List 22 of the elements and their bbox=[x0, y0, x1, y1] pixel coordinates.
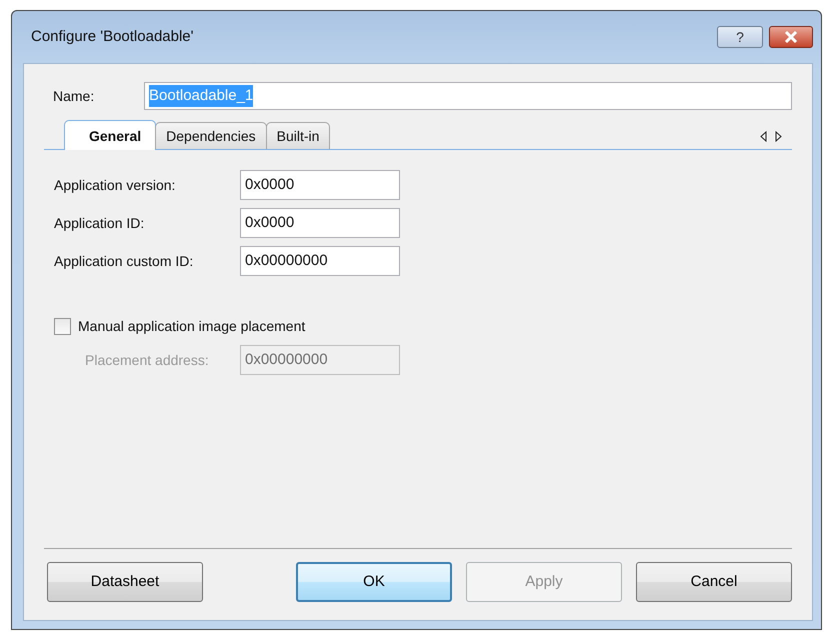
dialog-button[interactable]: OK bbox=[296, 562, 452, 602]
dialog-button[interactable]: Cancel bbox=[636, 562, 792, 602]
help-button[interactable]: ? bbox=[717, 26, 763, 48]
scroll-right-icon[interactable] bbox=[775, 131, 782, 142]
checkbox-label: Manual application image placement bbox=[78, 317, 306, 336]
tab[interactable]: Built-in bbox=[266, 122, 330, 149]
dialog-button[interactable]: Datasheet bbox=[47, 562, 203, 602]
checkbox[interactable] bbox=[54, 318, 71, 335]
tab[interactable]: Dependencies bbox=[155, 122, 267, 149]
tab[interactable]: General bbox=[64, 120, 156, 150]
field-label: Placement address: bbox=[84, 350, 210, 370]
input-field[interactable]: 0x0000 bbox=[240, 208, 400, 238]
name-label: Name: bbox=[52, 86, 96, 106]
close-icon bbox=[784, 31, 798, 43]
field-label: Application ID: bbox=[53, 214, 146, 233]
field-label: Application version: bbox=[53, 176, 176, 195]
input-field[interactable]: 0x0000 bbox=[240, 170, 400, 200]
field-label: Application custom ID: bbox=[53, 252, 194, 271]
close-button[interactable] bbox=[769, 26, 813, 48]
scroll-left-icon[interactable] bbox=[760, 131, 767, 142]
input-field[interactable]: 0x00000000 bbox=[240, 246, 400, 276]
window-title: Configure 'Bootloadable' bbox=[31, 26, 195, 47]
